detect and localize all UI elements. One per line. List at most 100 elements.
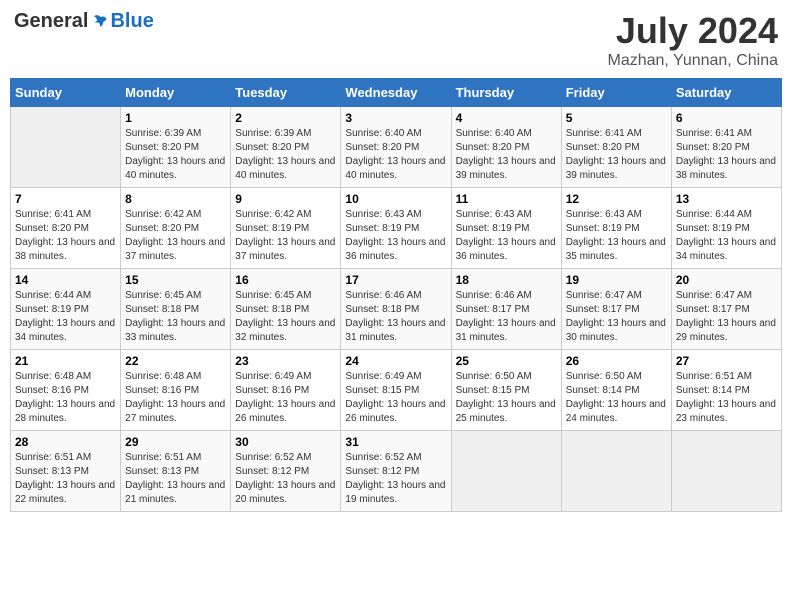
day-number: 2 (235, 111, 336, 125)
calendar-cell: 25 Sunrise: 6:50 AMSunset: 8:15 PMDayligh… (451, 350, 561, 431)
day-info: Sunrise: 6:42 AMSunset: 8:20 PMDaylight:… (125, 208, 226, 264)
day-info: Sunrise: 6:43 AMSunset: 8:19 PMDaylight:… (456, 208, 557, 264)
day-header-thursday: Thursday (451, 79, 561, 107)
day-info: Sunrise: 6:47 AMSunset: 8:17 PMDaylight:… (676, 289, 777, 345)
calendar-cell: 16 Sunrise: 6:45 AMSunset: 8:18 PMDayligh… (231, 269, 341, 350)
calendar-cell: 18Sunrise: 6:46 AMSunset: 8:17 PMDayligh… (451, 269, 561, 350)
calendar-cell (451, 431, 561, 512)
day-info: Sunrise: 6:44 AMSunset: 8:19 PMDaylight:… (676, 208, 777, 264)
calendar-cell: 10Sunrise: 6:43 AMSunset: 8:19 PMDayligh… (341, 188, 451, 269)
day-info: Sunrise: 6:45 AMSunset: 8:18 PMDaylight:… (235, 289, 336, 345)
day-info: Sunrise: 6:40 AMSunset: 8:20 PMDaylight:… (345, 127, 446, 183)
calendar-cell: 21 Sunrise: 6:48 AMSunset: 8:16 PMDayligh… (11, 350, 121, 431)
day-number: 10 (345, 192, 446, 206)
day-info: Sunrise: 6:42 AMSunset: 8:19 PMDaylight:… (235, 208, 336, 264)
calendar-cell: 7 Sunrise: 6:41 AMSunset: 8:20 PMDaylight… (11, 188, 121, 269)
calendar-cell: 27 Sunrise: 6:51 AMSunset: 8:14 PMDayligh… (671, 350, 781, 431)
logo: General Blue (14, 10, 154, 33)
day-number: 11 (456, 192, 557, 206)
month-title: July 2024 (608, 10, 779, 52)
day-info: Sunrise: 6:43 AMSunset: 8:19 PMDaylight:… (566, 208, 667, 264)
day-number: 7 (15, 192, 116, 206)
day-number: 4 (456, 111, 557, 125)
day-header-saturday: Saturday (671, 79, 781, 107)
day-number: 6 (676, 111, 777, 125)
day-info: Sunrise: 6:46 AMSunset: 8:18 PMDaylight:… (345, 289, 446, 345)
day-info: Sunrise: 6:47 AMSunset: 8:17 PMDaylight:… (566, 289, 667, 345)
calendar-week-row: 1Sunrise: 6:39 AMSunset: 8:20 PMDaylight… (11, 107, 782, 188)
logo-general-text: General (14, 10, 88, 33)
day-number: 5 (566, 111, 667, 125)
day-number: 9 (235, 192, 336, 206)
calendar-cell: 5 Sunrise: 6:41 AMSunset: 8:20 PMDaylight… (561, 107, 671, 188)
day-number: 30 (235, 435, 336, 449)
day-number: 3 (345, 111, 446, 125)
calendar-cell: 31Sunrise: 6:52 AMSunset: 8:12 PMDayligh… (341, 431, 451, 512)
calendar-cell: 29 Sunrise: 6:51 AMSunset: 8:13 PMDayligh… (121, 431, 231, 512)
calendar-week-row: 7 Sunrise: 6:41 AMSunset: 8:20 PMDaylight… (11, 188, 782, 269)
calendar-week-row: 14 Sunrise: 6:44 AMSunset: 8:19 PMDayligh… (11, 269, 782, 350)
day-info: Sunrise: 6:44 AMSunset: 8:19 PMDaylight:… (15, 289, 116, 345)
calendar-table: SundayMondayTuesdayWednesdayThursdayFrid… (10, 78, 782, 512)
day-info: Sunrise: 6:45 AMSunset: 8:18 PMDaylight:… (125, 289, 226, 345)
day-number: 17 (345, 273, 446, 287)
day-number: 23 (235, 354, 336, 368)
day-info: Sunrise: 6:51 AMSunset: 8:14 PMDaylight:… (676, 370, 777, 426)
day-number: 16 (235, 273, 336, 287)
day-number: 8 (125, 192, 226, 206)
day-number: 31 (345, 435, 446, 449)
calendar-cell: 12 Sunrise: 6:43 AMSunset: 8:19 PMDayligh… (561, 188, 671, 269)
day-number: 19 (566, 273, 667, 287)
day-number: 14 (15, 273, 116, 287)
day-number: 12 (566, 192, 667, 206)
day-info: Sunrise: 6:51 AMSunset: 8:13 PMDaylight:… (15, 451, 116, 507)
day-info: Sunrise: 6:39 AMSunset: 8:20 PMDaylight:… (235, 127, 336, 183)
day-number: 24 (345, 354, 446, 368)
day-number: 28 (15, 435, 116, 449)
calendar-cell: 8 Sunrise: 6:42 AMSunset: 8:20 PMDaylight… (121, 188, 231, 269)
calendar-cell: 28 Sunrise: 6:51 AMSunset: 8:13 PMDayligh… (11, 431, 121, 512)
calendar-cell: 24 Sunrise: 6:49 AMSunset: 8:15 PMDayligh… (341, 350, 451, 431)
logo-bird-icon (89, 12, 109, 32)
calendar-cell: 17 Sunrise: 6:46 AMSunset: 8:18 PMDayligh… (341, 269, 451, 350)
day-info: Sunrise: 6:49 AMSunset: 8:16 PMDaylight:… (235, 370, 336, 426)
day-header-wednesday: Wednesday (341, 79, 451, 107)
day-info: Sunrise: 6:50 AMSunset: 8:15 PMDaylight:… (456, 370, 557, 426)
day-info: Sunrise: 6:41 AMSunset: 8:20 PMDaylight:… (15, 208, 116, 264)
calendar-cell: 23 Sunrise: 6:49 AMSunset: 8:16 PMDayligh… (231, 350, 341, 431)
day-info: Sunrise: 6:51 AMSunset: 8:13 PMDaylight:… (125, 451, 226, 507)
day-info: Sunrise: 6:39 AMSunset: 8:20 PMDaylight:… (125, 127, 226, 183)
location-title: Mazhan, Yunnan, China (608, 52, 779, 70)
day-info: Sunrise: 6:48 AMSunset: 8:16 PMDaylight:… (125, 370, 226, 426)
calendar-cell: 1Sunrise: 6:39 AMSunset: 8:20 PMDaylight… (121, 107, 231, 188)
calendar-week-row: 21 Sunrise: 6:48 AMSunset: 8:16 PMDayligh… (11, 350, 782, 431)
calendar-cell: 30Sunrise: 6:52 AMSunset: 8:12 PMDayligh… (231, 431, 341, 512)
day-number: 25 (456, 354, 557, 368)
calendar-cell: 20 Sunrise: 6:47 AMSunset: 8:17 PMDayligh… (671, 269, 781, 350)
day-number: 22 (125, 354, 226, 368)
calendar-cell (561, 431, 671, 512)
day-header-sunday: Sunday (11, 79, 121, 107)
day-number: 27 (676, 354, 777, 368)
day-info: Sunrise: 6:41 AMSunset: 8:20 PMDaylight:… (566, 127, 667, 183)
calendar-week-row: 28 Sunrise: 6:51 AMSunset: 8:13 PMDayligh… (11, 431, 782, 512)
day-info: Sunrise: 6:40 AMSunset: 8:20 PMDaylight:… (456, 127, 557, 183)
page-header: General Blue July 2024 Mazhan, Yunnan, C… (10, 10, 782, 70)
day-number: 21 (15, 354, 116, 368)
day-info: Sunrise: 6:46 AMSunset: 8:17 PMDaylight:… (456, 289, 557, 345)
calendar-header-row: SundayMondayTuesdayWednesdayThursdayFrid… (11, 79, 782, 107)
calendar-cell: 15Sunrise: 6:45 AMSunset: 8:18 PMDayligh… (121, 269, 231, 350)
calendar-cell: 13 Sunrise: 6:44 AMSunset: 8:19 PMDayligh… (671, 188, 781, 269)
calendar-cell (11, 107, 121, 188)
day-header-friday: Friday (561, 79, 671, 107)
calendar-cell: 22 Sunrise: 6:48 AMSunset: 8:16 PMDayligh… (121, 350, 231, 431)
calendar-cell (671, 431, 781, 512)
day-info: Sunrise: 6:49 AMSunset: 8:15 PMDaylight:… (345, 370, 446, 426)
calendar-cell: 2 Sunrise: 6:39 AMSunset: 8:20 PMDaylight… (231, 107, 341, 188)
day-number: 20 (676, 273, 777, 287)
logo-blue-text: Blue (110, 10, 153, 33)
day-number: 29 (125, 435, 226, 449)
day-info: Sunrise: 6:41 AMSunset: 8:20 PMDaylight:… (676, 127, 777, 183)
day-info: Sunrise: 6:48 AMSunset: 8:16 PMDaylight:… (15, 370, 116, 426)
day-number: 13 (676, 192, 777, 206)
